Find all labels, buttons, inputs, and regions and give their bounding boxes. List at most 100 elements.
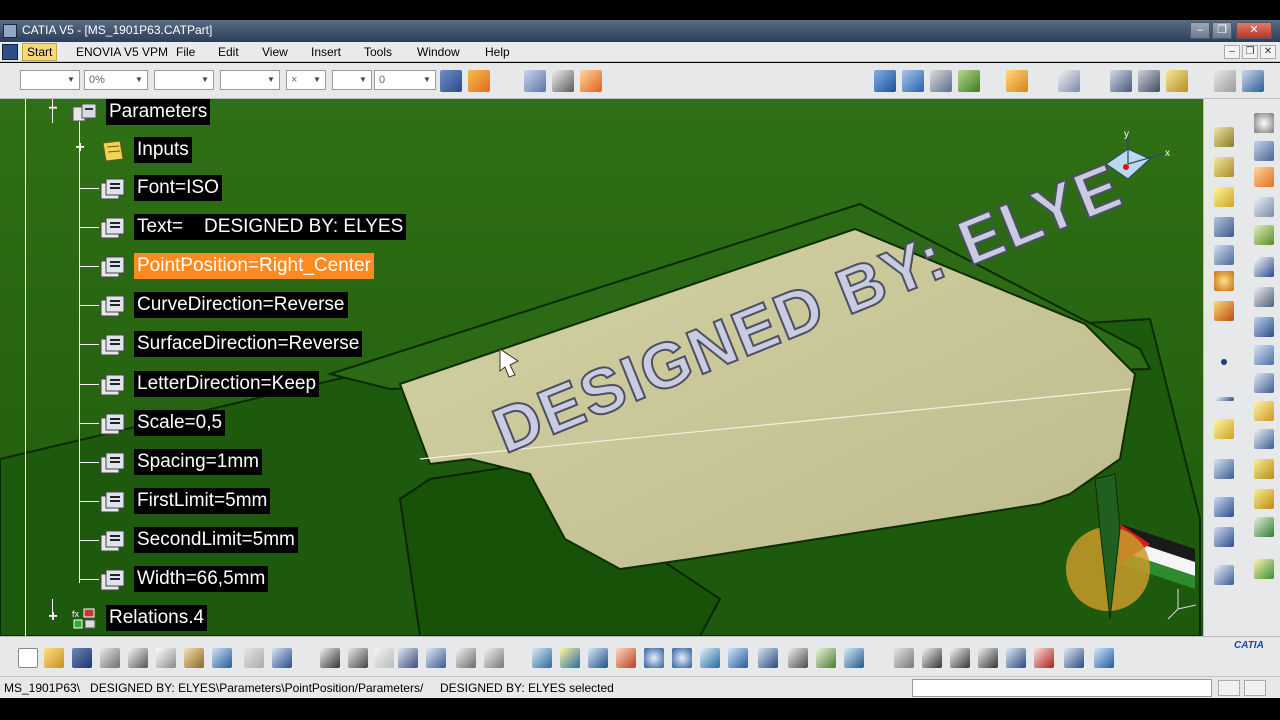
pocket-icon[interactable] [1254, 141, 1274, 161]
positioned-sketch-icon[interactable] [902, 70, 924, 92]
mirror-icon[interactable] [1214, 497, 1234, 517]
surface-icon[interactable] [958, 70, 980, 92]
point-target-icon[interactable] [1214, 271, 1234, 291]
multi-section-icon[interactable] [1214, 245, 1234, 265]
tree-item-parameter[interactable]: SecondLimit=5mm [79, 527, 430, 555]
tree-item-parameter[interactable]: SurfaceDirection=Reverse [79, 331, 430, 359]
doc-close-button[interactable]: ✕ [1260, 45, 1276, 59]
rotate-icon[interactable] [616, 648, 636, 668]
cut-icon[interactable] [128, 648, 148, 668]
bottle-icon[interactable] [1166, 70, 1188, 92]
expand-icon[interactable]: + [46, 609, 60, 625]
collapse-icon[interactable]: − [46, 101, 60, 117]
restore-button[interactable]: ❐ [1212, 22, 1232, 39]
sew-surface-icon[interactable] [1254, 489, 1274, 509]
tree-item-parameter[interactable]: CurveDirection=Reverse [79, 292, 430, 320]
save-icon[interactable] [72, 648, 92, 668]
catalog-icon[interactable] [1242, 70, 1264, 92]
open-folder-icon[interactable] [44, 648, 64, 668]
pattern-icon[interactable] [1214, 527, 1234, 547]
thread-icon[interactable] [1254, 373, 1274, 393]
flag-note-icon[interactable] [580, 70, 602, 92]
gear-icon[interactable] [1254, 113, 1274, 133]
shading-icon[interactable] [788, 648, 808, 668]
tree-item-parameters[interactable]: − Parameters [48, 99, 372, 127]
copy-icon[interactable] [156, 648, 176, 668]
transparency-combo[interactable]: 0% ▼ [84, 70, 148, 90]
close-button[interactable]: ✕ [1236, 22, 1272, 39]
sketch-icon[interactable] [874, 70, 896, 92]
parts-icon[interactable] [1214, 70, 1236, 92]
3d-compass[interactable]: y x [1098, 129, 1178, 204]
paste-icon[interactable] [184, 648, 204, 668]
doc-restore-button[interactable]: ❐ [1242, 45, 1258, 59]
cube-view-icon[interactable] [1006, 648, 1026, 668]
redo-icon[interactable] [244, 648, 264, 668]
graphic-properties-icon[interactable] [468, 70, 490, 92]
split-icon[interactable] [1254, 401, 1274, 421]
menu-enovia[interactable]: ENOVIA V5 VPM [76, 45, 168, 59]
status-restore-button[interactable] [1218, 680, 1240, 696]
plane-icon[interactable] [1214, 419, 1234, 439]
zoom-out-icon[interactable] [672, 648, 692, 668]
minimize-button[interactable]: – [1190, 22, 1210, 39]
axis-arrows-icon[interactable] [950, 648, 970, 668]
translate-icon[interactable] [1254, 517, 1274, 537]
close-surface-icon[interactable] [1254, 459, 1274, 479]
line-icon[interactable] [1214, 397, 1234, 401]
measure-icon[interactable] [930, 70, 952, 92]
rib-icon[interactable] [1254, 197, 1274, 217]
equivalent-icon[interactable] [484, 648, 504, 668]
tree-item-parameter[interactable]: FirstLimit=5mm [79, 488, 430, 516]
linetype-combo[interactable]: ▼ [154, 70, 214, 90]
fit-all-icon[interactable] [560, 648, 580, 668]
color-combo[interactable]: ▼ [20, 70, 80, 90]
tree-item-inputs[interactable]: + Inputs [75, 137, 300, 165]
fly-mode-icon[interactable] [532, 648, 552, 668]
stiffener-icon[interactable] [1254, 225, 1274, 245]
menu-tools[interactable]: Tools [364, 45, 392, 59]
select-cursor-icon[interactable] [1254, 167, 1274, 187]
thick-surface-icon[interactable] [1254, 429, 1274, 449]
print-icon[interactable] [100, 648, 120, 668]
pan-icon[interactable] [588, 648, 608, 668]
doc-minimize-button[interactable]: – [1224, 45, 1240, 59]
new-document-icon[interactable] [18, 648, 38, 668]
axis-system-icon[interactable] [1214, 459, 1234, 479]
remove-lump-icon[interactable] [1254, 559, 1274, 579]
layer-icon-combo[interactable]: ▼ [332, 70, 372, 90]
fillet-icon[interactable] [1254, 257, 1274, 277]
chamfer-icon[interactable] [1254, 287, 1274, 307]
undo-icon[interactable] [212, 648, 232, 668]
axis-icon[interactable] [1110, 70, 1132, 92]
law-icon[interactable] [426, 648, 446, 668]
material-icon[interactable] [1094, 648, 1114, 668]
draft-icon[interactable] [1214, 301, 1234, 321]
menu-file[interactable]: File [176, 45, 195, 59]
whats-this-icon[interactable] [272, 648, 292, 668]
thickness-icon[interactable] [1254, 345, 1274, 365]
layer-combo[interactable]: 0 ▼ [374, 70, 436, 90]
pad-icon[interactable] [1214, 127, 1234, 147]
scaling-icon[interactable] [1214, 565, 1234, 585]
point-icon[interactable] [1221, 359, 1227, 365]
hide-show-icon[interactable] [816, 648, 836, 668]
list-icon[interactable] [1064, 648, 1084, 668]
knowledge-advisor-icon[interactable] [348, 648, 368, 668]
knowledge-icon[interactable] [1006, 70, 1028, 92]
tree-item-parameter[interactable]: PointPosition=Right_Center [79, 253, 430, 281]
body-icon[interactable] [1138, 70, 1160, 92]
shaft-icon[interactable] [1214, 157, 1234, 177]
numbers-icon[interactable] [978, 648, 998, 668]
menu-view[interactable]: View [262, 45, 288, 59]
menu-help[interactable]: Help [485, 45, 510, 59]
zoom-in-icon[interactable] [644, 648, 664, 668]
point-combo[interactable]: × ▼ [286, 70, 326, 90]
iso-view-icon[interactable] [758, 648, 778, 668]
thickness-combo[interactable]: ▼ [220, 70, 280, 90]
tree-item-parameter[interactable]: Width=66,5mm [79, 566, 430, 594]
3d-viewport[interactable]: DESIGNED BY: ELYE − Parameters + Inputs … [0, 99, 1203, 636]
document-icon[interactable] [2, 44, 18, 60]
annotation-icon[interactable] [552, 70, 574, 92]
tree-item-parameter[interactable]: Scale=0,5 [79, 410, 430, 438]
